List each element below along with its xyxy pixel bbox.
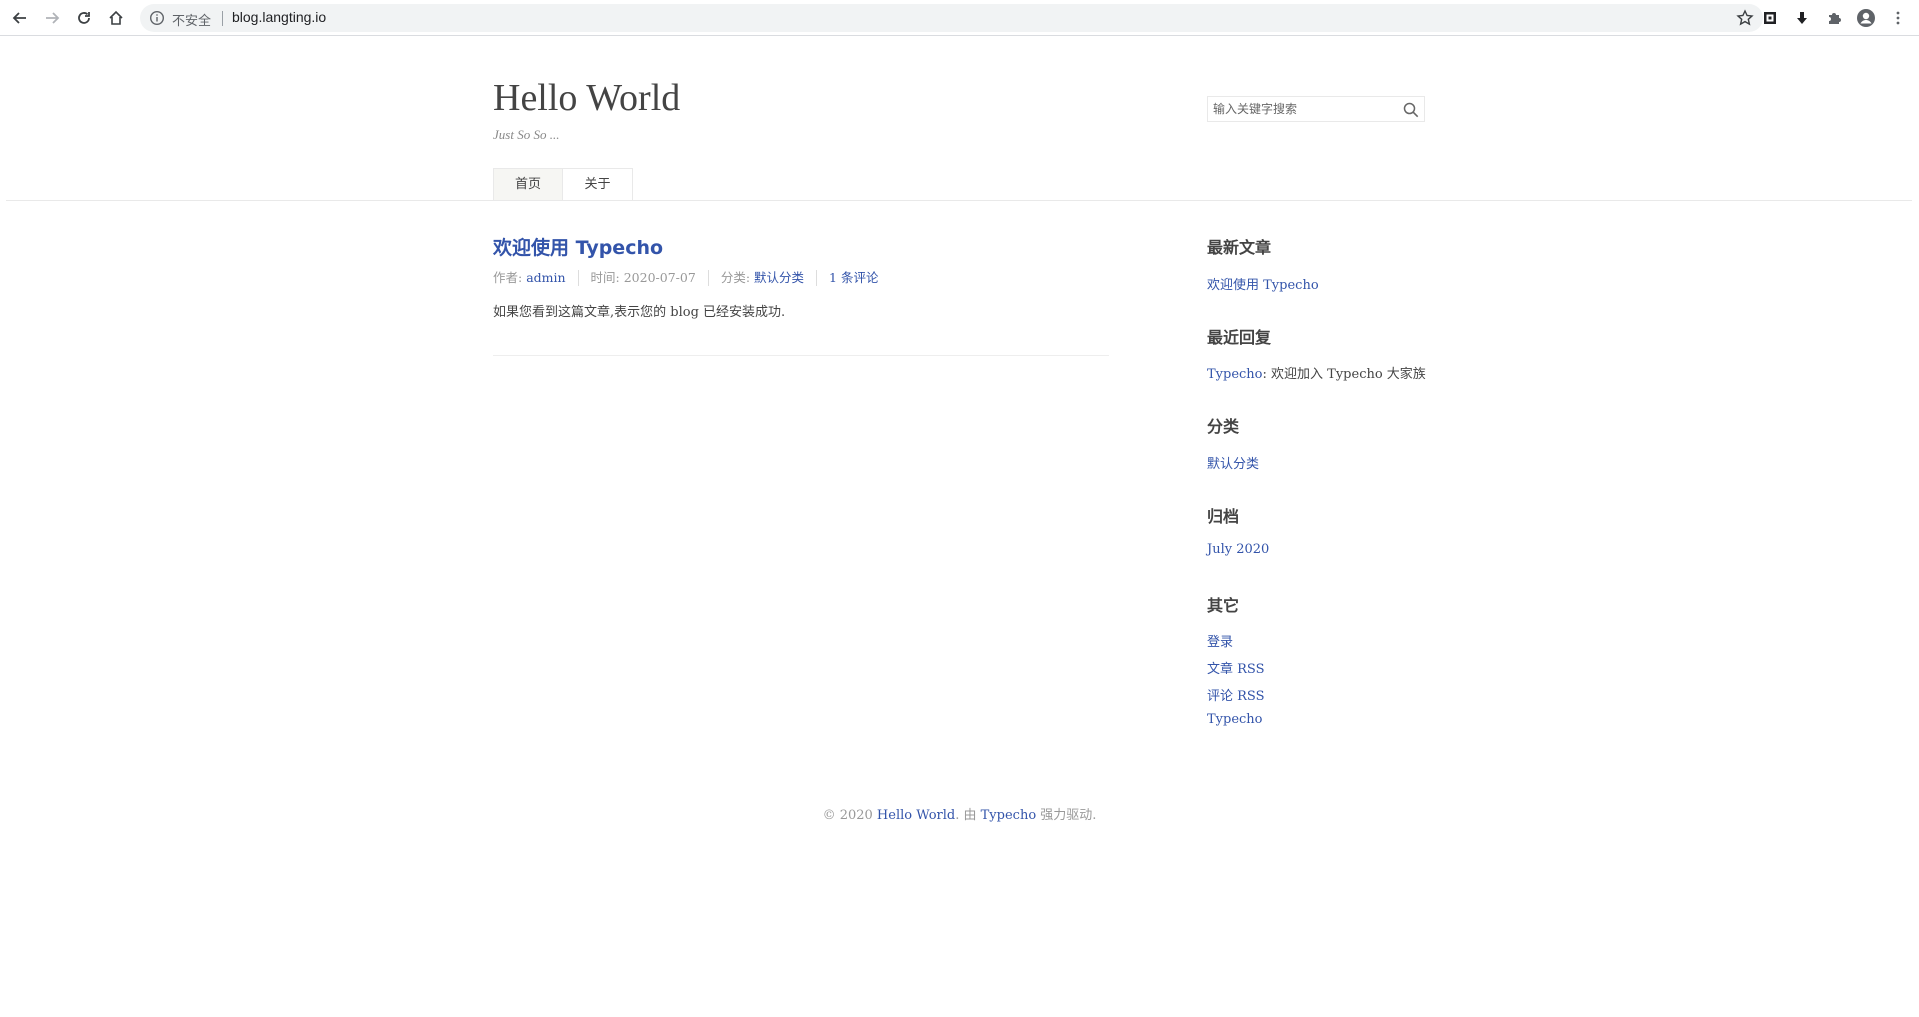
home-icon[interactable] [103,5,129,31]
address-divider [222,11,223,26]
search-input[interactable] [1208,97,1398,121]
main-nav: 首页 关于 [493,168,633,201]
search-icon[interactable] [1402,101,1420,119]
other-title: 其它 [1207,596,1240,615]
archives-title: 归档 [1207,507,1240,526]
archive-link[interactable]: July 2020 [1207,542,1269,557]
post-category: 分类: 默认分类 [707,270,816,286]
post-author-link[interactable]: admin [526,270,565,285]
post-category-prefix: 分类: [720,270,754,285]
post-author-prefix: 作者: [493,270,527,285]
post-title-link[interactable]: 欢迎使用 Typecho [493,233,663,260]
recent-comment-item: Typecho: 欢迎加入 Typecho 大家族 [1207,363,1426,382]
post-author: 作者: admin [493,270,578,286]
reload-icon[interactable] [71,5,97,31]
qr-code-extension-icon[interactable] [1757,5,1783,31]
comments-rss-link[interactable]: 评论 RSS [1207,685,1265,704]
header-divider [6,200,1912,201]
post-time: 时间: 2020-07-07 [577,270,708,286]
forward-icon[interactable] [39,5,65,31]
footer-copyright: © 2020 [822,808,877,823]
address-bar[interactable]: 不安全 blog.langting.io [140,4,1763,32]
info-icon[interactable] [149,10,165,26]
bookmark-star-icon[interactable] [1735,8,1755,28]
post-meta: 作者: admin 时间: 2020-07-07 分类: 默认分类 1 条评论 [493,270,890,286]
profile-avatar-icon[interactable] [1853,5,1879,31]
download-icon[interactable] [1789,5,1815,31]
security-status: 不安全 [172,13,212,28]
post-category-link[interactable]: 默认分类 [754,270,804,285]
footer-powered-link[interactable]: Typecho [981,808,1037,823]
browser-toolbar: 不安全 blog.langting.io [0,0,1919,36]
url-text[interactable]: blog.langting.io [232,9,326,25]
back-icon[interactable] [7,5,33,31]
login-link[interactable]: 登录 [1207,631,1233,650]
recent-comment-text: : 欢迎加入 Typecho 大家族 [1262,367,1426,382]
site-footer: © 2020 Hello World. 由 Typecho 强力驱动. [0,804,1919,823]
recent-comments-title: 最近回复 [1207,328,1272,347]
posts-rss-link[interactable]: 文章 RSS [1207,658,1265,677]
categories-title: 分类 [1207,417,1240,436]
site-description: Just So So ... [493,127,560,142]
post-comments: 1 条评论 [816,270,890,286]
recent-comment-author-link[interactable]: Typecho [1207,367,1263,382]
post-content: 如果您看到这篇文章,表示您的 blog 已经安装成功. [493,305,786,320]
category-link[interactable]: 默认分类 [1207,453,1259,472]
extensions-puzzle-icon[interactable] [1821,5,1847,31]
footer-site-link[interactable]: Hello World [877,808,955,823]
post-comments-link[interactable]: 1 条评论 [829,270,878,285]
post-divider [493,355,1109,356]
nav-item-about[interactable]: 关于 [563,169,632,201]
menu-kebab-icon[interactable] [1885,5,1911,31]
nav-item-home[interactable]: 首页 [494,169,563,201]
search-form [1207,96,1425,122]
typecho-link[interactable]: Typecho [1207,712,1263,727]
site-title[interactable]: Hello World [493,76,680,120]
recent-posts-title: 最新文章 [1207,238,1272,257]
footer-suffix: 强力驱动. [1036,808,1097,823]
footer-by: . 由 [955,808,981,823]
recent-post-link[interactable]: 欢迎使用 Typecho [1207,274,1319,293]
